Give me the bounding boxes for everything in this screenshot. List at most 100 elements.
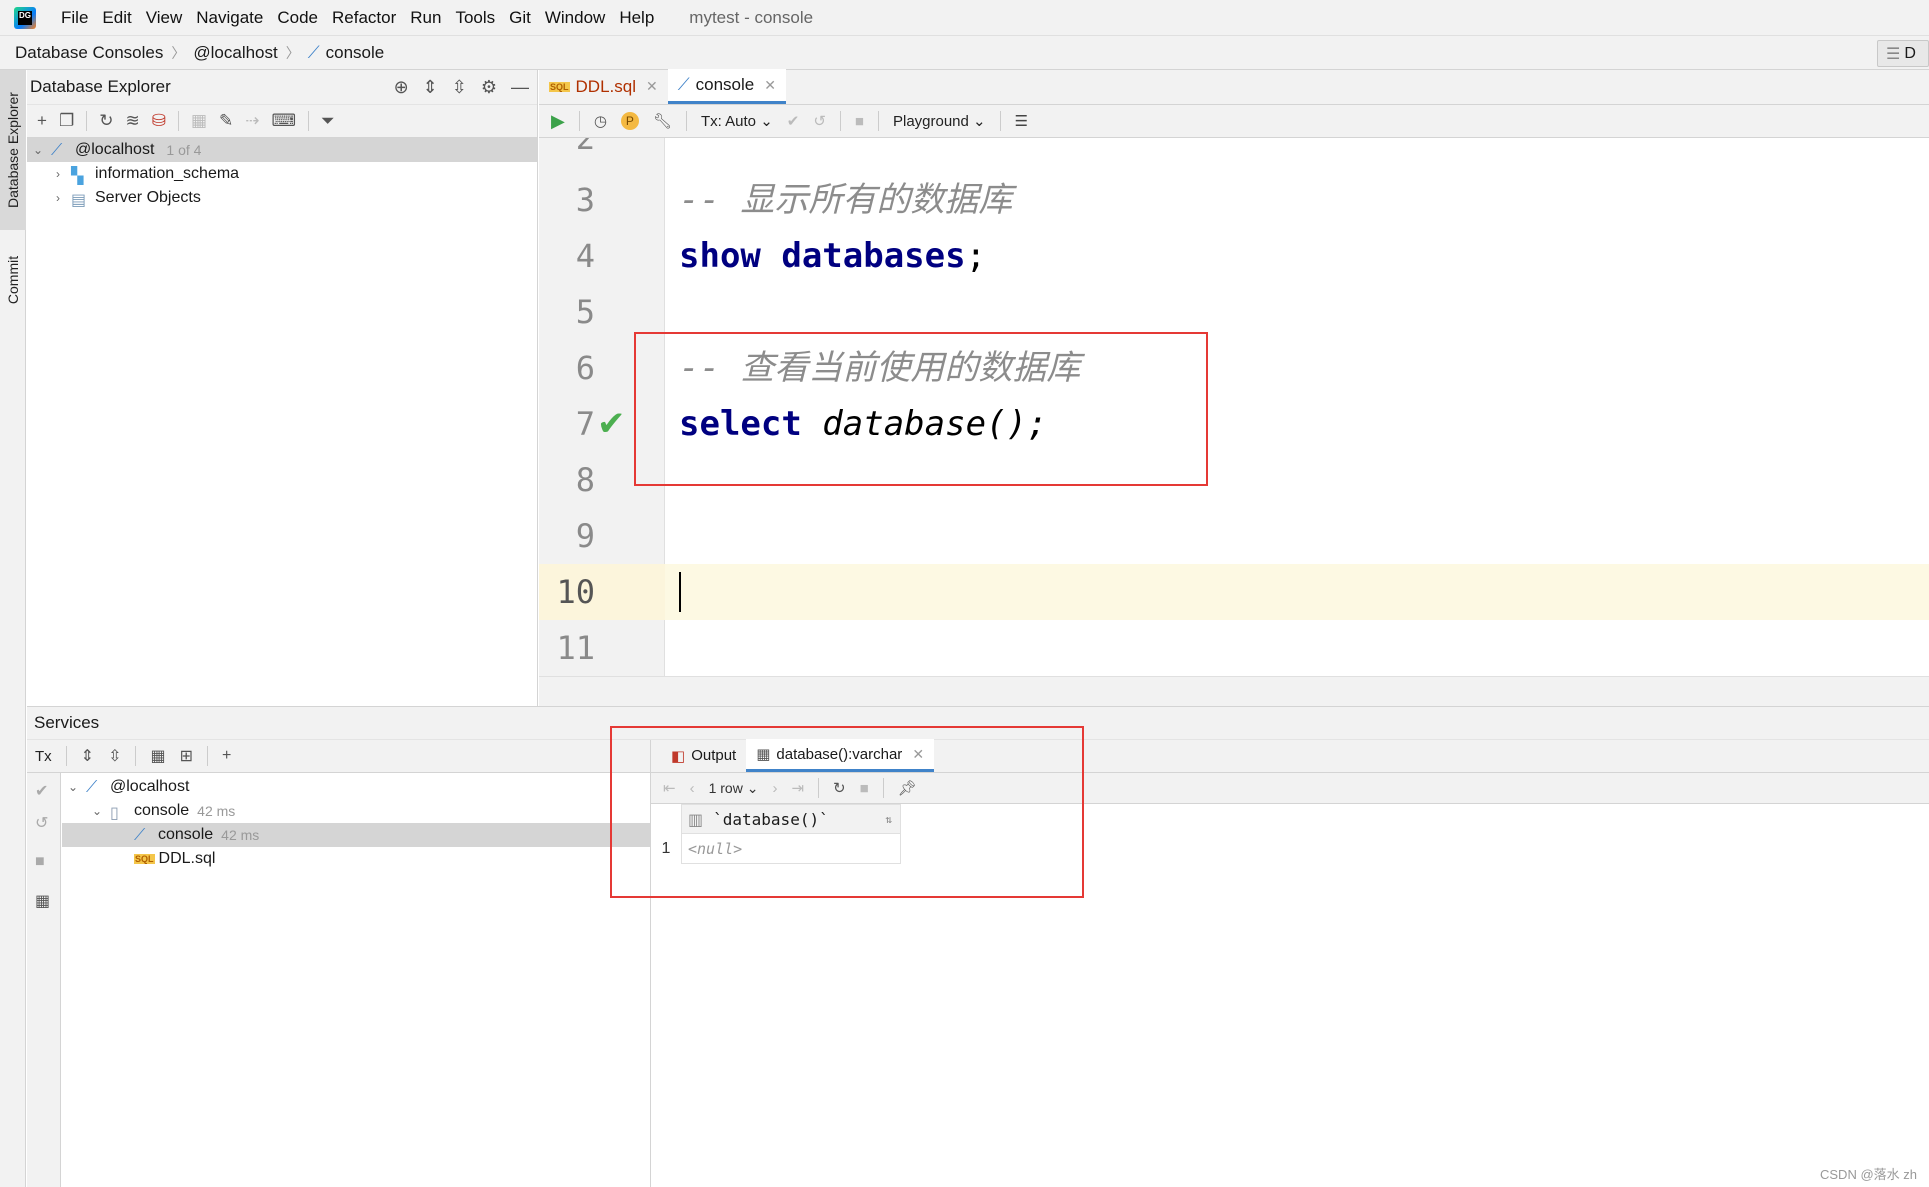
breadcrumb-item-localhost[interactable]: @localhost [193, 43, 277, 63]
app-logo-icon: DG [14, 6, 36, 29]
database-explorer-panel: Database Explorer ⊕ ⇕ ⇳ ⚙ — + ❐ ↻ ≋ ⛁ ▦ … [27, 70, 538, 706]
menu-run[interactable]: Run [403, 8, 448, 28]
tx-mode-dropdown[interactable]: Tx: Auto ⌄ [701, 112, 773, 130]
schema-icon[interactable]: ≋ [125, 111, 139, 131]
jump-icon[interactable]: ⇢ [245, 111, 259, 131]
tx-button[interactable]: Tx [35, 748, 52, 765]
divider [308, 111, 310, 131]
locate-icon[interactable]: ⊕ [394, 77, 409, 98]
window-title: mytest - console [689, 7, 814, 27]
tool-tab-commit[interactable]: Commit [0, 240, 26, 320]
expand-all-icon[interactable]: ⇕ [423, 77, 438, 98]
close-icon[interactable]: ✕ [646, 78, 658, 95]
breadcrumb-item-consoles[interactable]: Database Consoles [15, 43, 163, 63]
current-code-line: 10 [539, 564, 1929, 620]
chevron-down-icon[interactable]: ⌄ [29, 143, 47, 157]
chevron-right-icon[interactable]: › [49, 191, 67, 205]
menu-navigate[interactable]: Navigate [189, 8, 270, 28]
chevron-down-icon[interactable]: ⌄ [64, 780, 82, 794]
chevron-down-icon[interactable]: ⌄ [88, 804, 106, 818]
mysql-datasource-icon: ⟋ [86, 779, 98, 796]
tree-item-console[interactable]: ⟋ console 42 ms [62, 823, 650, 847]
tree-item-information-schema[interactable]: › ▚ information_schema [27, 162, 537, 186]
divider [86, 111, 88, 131]
chevron-down-icon: ⌄ [760, 113, 773, 130]
menu-view[interactable]: View [139, 8, 190, 28]
table-icon[interactable]: ▦ [191, 111, 207, 131]
collapse-all-icon[interactable]: ⇳ [452, 77, 467, 98]
new-session-icon[interactable]: ⊞ [180, 746, 193, 766]
menu-tools[interactable]: Tools [448, 8, 502, 28]
menu-file[interactable]: File [54, 8, 95, 28]
layout-icon[interactable]: ▦ [35, 891, 50, 911]
breadcrumb: Database Consoles 〉 @localhost 〉 ⟋ conso… [0, 35, 1929, 70]
group-icon[interactable]: ▦ [150, 746, 165, 766]
history-icon[interactable]: ◷ [594, 112, 607, 130]
sql-file-icon: SQL [549, 81, 570, 92]
db-stack-icon: ☰ [1886, 45, 1901, 63]
edit-icon[interactable]: ✎ [219, 111, 233, 131]
chevron-right-icon: 〉 [171, 44, 186, 61]
divider [685, 111, 687, 131]
minimize-icon[interactable]: — [511, 77, 529, 98]
filter-icon[interactable]: ⏷ [321, 111, 335, 131]
annotation-box-result [610, 726, 1084, 898]
collapse-all-icon[interactable]: ⇳ [108, 746, 121, 766]
tree-item-localhost[interactable]: ⌄ ⟋ @localhost [62, 775, 650, 799]
divider [177, 111, 179, 131]
breadcrumb-item-console[interactable]: console [326, 43, 385, 63]
menu-bar: DG File Edit View Navigate Code Refactor… [0, 0, 1929, 35]
panel-header: Database Explorer ⊕ ⇕ ⇳ ⚙ — [27, 70, 537, 105]
menu-refactor[interactable]: Refactor [325, 8, 403, 28]
tab-ddl-sql[interactable]: SQL DDL.sql ✕ [539, 69, 668, 104]
editor-toolbar: ▶ ◷ P 🔧︎ Tx: Auto ⌄ ✔ ↺ ■ Playground ⌄ ☰ [539, 105, 1929, 138]
explorer-toolbar: + ❐ ↻ ≋ ⛁ ▦ ✎ ⇢ ⌨ ⏷ [27, 105, 537, 138]
menu-window[interactable]: Window [538, 8, 612, 28]
refresh-icon[interactable]: ↻ [99, 111, 113, 131]
stop-icon[interactable]: ■ [35, 853, 45, 871]
gear-icon[interactable]: ⚙ [481, 77, 497, 98]
execution-success-check-icon: ✔ [597, 405, 626, 443]
menu-git[interactable]: Git [502, 8, 538, 28]
playground-dropdown[interactable]: Playground ⌄ [893, 112, 986, 130]
console-icon: ⟋ [677, 75, 690, 94]
tab-console[interactable]: ⟋ console ✕ [667, 69, 786, 104]
code-line: 2 [575, 138, 595, 157]
menu-help[interactable]: Help [612, 8, 661, 28]
add-icon[interactable]: + [222, 747, 231, 765]
tree-item-ddl-sql[interactable]: SQL DDL.sql [62, 847, 650, 871]
tool-tab-database-explorer[interactable]: Database Explorer [0, 70, 26, 230]
code-line: 11 [556, 629, 595, 667]
chevron-right-icon[interactable]: › [49, 167, 67, 181]
panel-title: Database Explorer [30, 77, 171, 96]
chevron-down-icon: ⌄ [973, 113, 986, 130]
rollback-icon[interactable]: ↺ [35, 813, 48, 833]
expand-all-icon[interactable]: ⇕ [81, 746, 94, 766]
rollback-icon[interactable]: ↺ [813, 112, 826, 130]
console-icon: ⟋ [134, 827, 146, 844]
results-layout-icon[interactable]: ☰ [1015, 112, 1028, 130]
tree-item-localhost[interactable]: ⌄ ⟋ @localhost 1 of 4 [27, 138, 537, 162]
disconnect-icon[interactable]: ⛁ [152, 111, 166, 131]
stop-icon[interactable]: ■ [855, 113, 864, 130]
tree-item-console-session[interactable]: ⌄ ▯ console 42 ms [62, 799, 650, 823]
execute-icon[interactable]: ▶ [551, 111, 565, 132]
copy-icon[interactable]: ❐ [59, 111, 74, 131]
wrench-icon[interactable]: 🔧︎ [653, 112, 672, 130]
menu-edit[interactable]: Edit [95, 8, 138, 28]
commit-icon[interactable]: ✔ [35, 781, 48, 801]
add-icon[interactable]: + [37, 111, 47, 131]
tree-item-server-objects[interactable]: › ▤ Server Objects [27, 186, 537, 210]
divider [578, 111, 580, 131]
menu-code[interactable]: Code [270, 8, 325, 28]
close-icon[interactable]: ✕ [764, 77, 776, 94]
console-ql-icon[interactable]: ⌨ [272, 111, 297, 131]
divider [877, 111, 879, 131]
database-button[interactable]: ☰ D [1877, 40, 1929, 67]
p-badge-icon[interactable]: P [620, 112, 639, 130]
schema-icon: ▚ [71, 168, 84, 185]
editor-scrollbar[interactable] [539, 676, 1929, 706]
commit-icon[interactable]: ✔ [787, 112, 800, 130]
editor-tab-bar: SQL DDL.sql ✕ ⟋ console ✕ [539, 69, 1929, 105]
folder-icon: ▤ [71, 192, 87, 209]
